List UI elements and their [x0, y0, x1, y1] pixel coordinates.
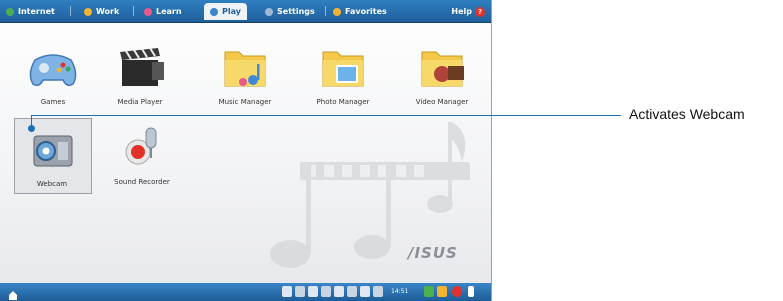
usb-icon[interactable]: [334, 286, 344, 297]
gamepad-icon: [29, 54, 77, 87]
tab-favorites[interactable]: Favorites: [333, 3, 387, 20]
book-icon: [144, 7, 152, 16]
app-sound-recorder[interactable]: Sound Recorder: [102, 122, 182, 186]
app-video-manager[interactable]: Video Manager: [402, 40, 482, 106]
help-icon: ?: [475, 7, 485, 17]
home-icon[interactable]: [8, 286, 18, 300]
tab-separator: [133, 6, 134, 16]
app-media-player[interactable]: Media Player: [100, 42, 180, 106]
play-icon: [210, 7, 218, 16]
tab-settings[interactable]: Settings: [265, 3, 315, 20]
globe-icon: [6, 7, 14, 16]
video-folder-icon: [421, 51, 464, 87]
tab-work[interactable]: Work: [84, 3, 119, 20]
callout-line: [31, 115, 621, 116]
top-tab-bar: Internet Work Learn Play Settings Favori…: [0, 0, 491, 23]
volume-icon[interactable]: [360, 286, 370, 297]
microphone-icon: [125, 127, 157, 165]
callout-text: Activates Webcam: [629, 106, 745, 122]
network-icon[interactable]: [282, 286, 292, 297]
power-icon[interactable]: [452, 286, 462, 297]
photo-folder-icon: [322, 51, 364, 87]
green-status-icon[interactable]: [424, 286, 434, 297]
app-webcam[interactable]: Webcam: [12, 124, 92, 188]
callout-dot: [28, 125, 35, 132]
app-games[interactable]: Games: [13, 42, 93, 106]
tab-internet[interactable]: Internet: [6, 3, 55, 20]
display-icon[interactable]: [321, 286, 331, 297]
app-photo-manager[interactable]: Photo Manager: [303, 40, 383, 106]
app-music-manager[interactable]: Music Manager: [205, 40, 285, 106]
tab-play[interactable]: Play: [204, 3, 247, 20]
briefcase-icon: [84, 7, 92, 16]
tab-learn[interactable]: Learn: [144, 3, 182, 20]
eee-desktop-screen: Internet Work Learn Play Settings Favori…: [0, 0, 492, 301]
help-button[interactable]: Help?: [451, 3, 485, 20]
language-icon[interactable]: [373, 286, 383, 297]
clapperboard-icon: [120, 47, 164, 86]
wifi-icon[interactable]: [347, 286, 357, 297]
music-folder-icon: [224, 51, 266, 87]
tab-separator: [70, 6, 71, 16]
yellow-status-icon[interactable]: [437, 286, 447, 297]
star-icon: [333, 7, 341, 16]
clock: 14:51: [391, 288, 409, 295]
tab-separator: [325, 6, 326, 16]
wrench-icon: [265, 7, 273, 16]
keyboard-icon[interactable]: [295, 286, 305, 297]
battery-icon[interactable]: [308, 286, 318, 297]
asus-logo: /ISUS: [408, 244, 458, 262]
taskbar: 14:51: [0, 283, 491, 301]
menu-icon[interactable]: [468, 286, 474, 297]
